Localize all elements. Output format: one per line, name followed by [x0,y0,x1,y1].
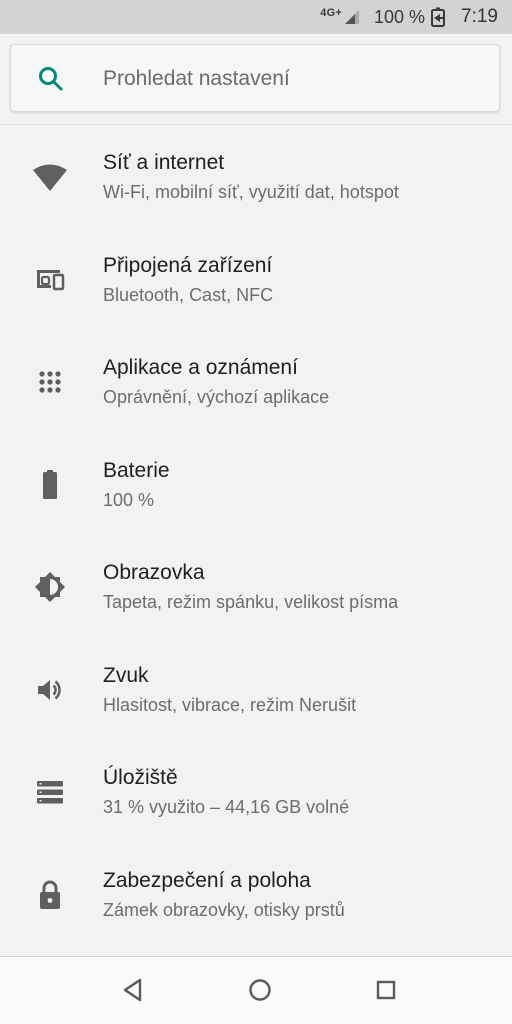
settings-list: Síť a internet Wi-Fi, mobilní síť, využi… [0,125,512,945]
settings-item-subtitle: Bluetooth, Cast, NFC [103,284,274,305]
signal-icon [344,10,359,24]
search-icon [39,67,63,91]
settings-item-subtitle: Hlasitost, vibrace, režim Nerušit [103,694,357,715]
settings-item-subtitle: Tapeta, režim spánku, velikost písma [103,592,399,612]
clock: 7:19 [461,6,498,27]
status-icons: 4G+ 100 % 7:19 [320,0,498,34]
wifi-icon [33,164,67,191]
settings-item-subtitle: 31 % využito – 44,16 GB volné [103,797,350,817]
search-bar[interactable]: Prohledat nastavení [10,44,500,112]
settings-item-title: Aplikace a oznámení [103,356,298,379]
settings-item-title: Síť a internet [103,151,225,174]
settings-item-battery[interactable]: Baterie 100 % [0,433,512,536]
settings-item-security[interactable]: Zabezpečení a poloha Zámek obrazovky, ot… [0,843,512,946]
navigation-bar [0,956,512,1024]
network-type-label: 4G+ [320,7,342,19]
settings-item-storage[interactable]: Úložiště 31 % využito – 44,16 GB volné [0,740,512,843]
settings-item-title: Obrazovka [103,561,205,584]
settings-item-title: Zvuk [103,663,149,687]
battery-icon [43,469,57,499]
settings-item-connected-devices[interactable]: Připojená zařízení Bluetooth, Cast, NFC [0,228,512,331]
settings-item-title: Připojená zařízení [103,253,273,277]
battery-charging-icon [431,7,446,27]
storage-icon [37,781,63,804]
settings-item-subtitle: Wi-Fi, mobilní síť, využití dat, hotspot [103,182,399,202]
apps-grid-icon [39,371,61,393]
brightness-icon [35,572,65,602]
settings-item-subtitle: Oprávnění, výchozí aplikace [103,387,330,407]
settings-item-title: Zabezpečení a poloha [103,868,311,892]
settings-item-sound[interactable]: Zvuk Hlasitost, vibrace, režim Nerušit [0,638,512,741]
volume-icon [38,679,61,700]
settings-item-display[interactable]: Obrazovka Tapeta, režim spánku, velikost… [0,535,512,638]
settings-item-subtitle: Zámek obrazovky, otisky prstů [103,899,345,920]
settings-item-apps[interactable]: Aplikace a oznámení Oprávnění, výchozí a… [0,330,512,433]
settings-item-title: Úložiště [103,766,178,789]
back-icon[interactable] [118,975,148,1005]
lock-icon [40,880,60,909]
settings-item-title: Baterie [103,458,170,482]
battery-percent: 100 % [373,6,426,27]
recents-icon[interactable] [371,975,401,1005]
home-icon[interactable] [245,975,275,1005]
connected-devices-icon [37,269,65,290]
settings-item-subtitle: 100 % [103,489,155,510]
search-placeholder: Prohledat nastavení [103,67,290,90]
settings-item-network[interactable]: Síť a internet Wi-Fi, mobilní síť, využi… [0,125,512,228]
status-bar: 4G+ 100 % 7:19 [0,0,512,34]
